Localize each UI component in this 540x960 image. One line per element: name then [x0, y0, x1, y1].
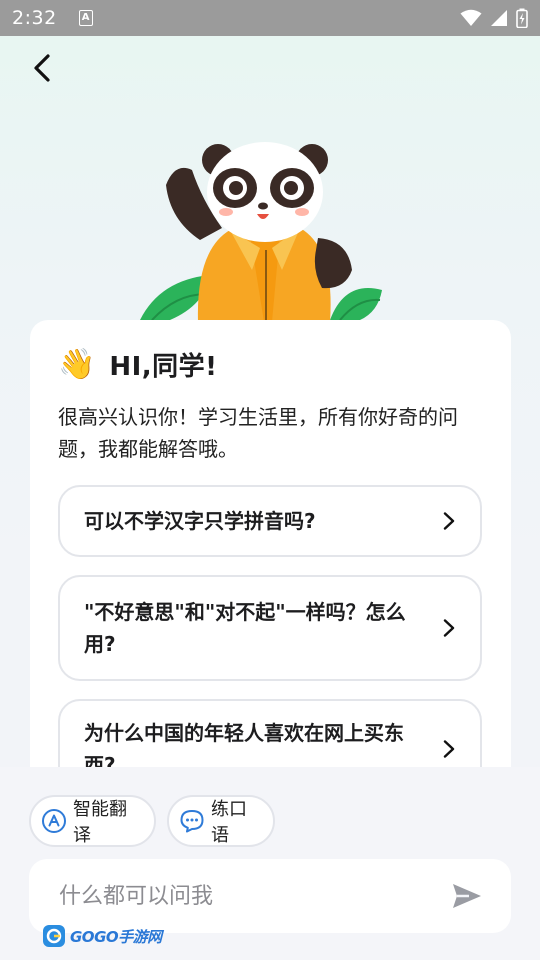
battery-icon: [516, 8, 528, 28]
watermark-badge-icon: [43, 925, 65, 947]
chevron-right-icon: [443, 740, 455, 758]
waving-hand-icon: 👋: [58, 346, 96, 382]
chat-bubble-icon: [180, 810, 204, 833]
chevron-right-icon: [443, 619, 455, 637]
intro-text: 很高兴认识你！学习生活里，所有你好奇的问题，我都能解答哦。: [58, 405, 458, 461]
question-text: "不好意思"和"对不起"一样吗？怎么用?: [84, 600, 406, 656]
chip-label: 智能翻译: [73, 799, 127, 846]
notification-icon: A: [78, 10, 93, 26]
status-icons: [460, 8, 528, 28]
send-icon[interactable]: [451, 880, 483, 912]
chevron-right-icon: [443, 512, 455, 530]
wifi-icon: [460, 9, 482, 26]
question-text: 为什么中国的年轻人喜欢在网上买东西?: [84, 721, 404, 767]
question-text: 可以不学汉字只学拼音吗?: [84, 509, 316, 533]
translate-icon: [42, 809, 66, 833]
status-time: 2:32: [12, 7, 57, 29]
watermark-text: GOGO手游网: [70, 927, 162, 946]
suggested-question[interactable]: 为什么中国的年轻人喜欢在网上买东西?: [58, 699, 482, 767]
chevron-left-icon: [34, 54, 50, 82]
back-button[interactable]: [22, 48, 62, 88]
suggested-question[interactable]: 可以不学汉字只学拼音吗?: [58, 485, 482, 557]
watermark-logo: GOGO手游网: [42, 924, 162, 948]
welcome-card: 👋 HI,同学! 很高兴认识你！学习生活里，所有你好奇的问题，我都能解答哦。 可…: [30, 320, 511, 767]
ask-input[interactable]: [59, 883, 451, 909]
chip-label: 练口语: [211, 799, 247, 846]
panda-mascot-illustration: [140, 142, 382, 322]
greeting-row: 👋 HI,同学!: [58, 346, 483, 383]
status-bar: 2:32 A: [0, 0, 540, 36]
practice-speaking-chip[interactable]: 练口语: [167, 795, 275, 847]
ask-input-box: [29, 859, 511, 933]
greeting-title: HI,同学!: [109, 352, 218, 382]
suggested-question[interactable]: "不好意思"和"对不起"一样吗？怎么用?: [58, 575, 482, 681]
signal-icon: [491, 10, 507, 26]
smart-translate-chip[interactable]: 智能翻译: [29, 795, 156, 847]
